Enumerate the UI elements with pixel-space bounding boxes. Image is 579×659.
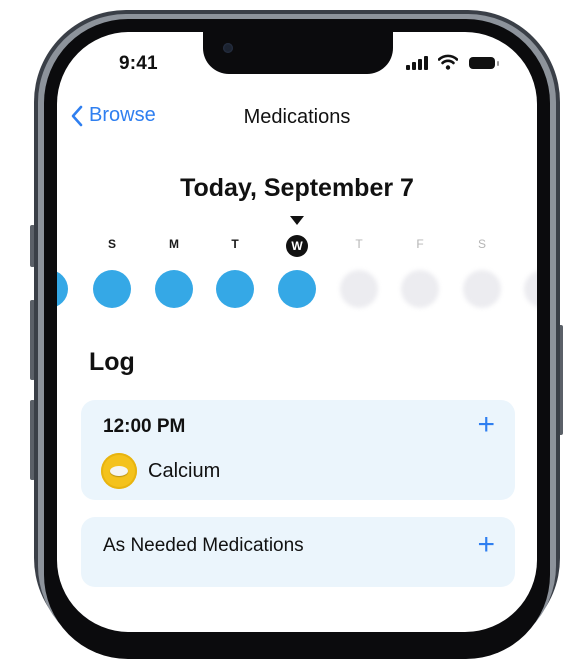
day-dot-monday[interactable] bbox=[155, 270, 193, 308]
page-title: Medications bbox=[57, 106, 537, 129]
day-dot-sunday[interactable] bbox=[93, 270, 131, 308]
day-letter-monday: M bbox=[169, 237, 179, 251]
medication-name: Calcium bbox=[148, 460, 221, 482]
day-letter-sunday: S bbox=[107, 237, 116, 251]
phone-screen: 9:41 Browse Medications Today, September… bbox=[57, 32, 537, 632]
day-dot-next-week bbox=[524, 270, 537, 308]
scheduled-dose-card[interactable]: 12:00 PM + Calcium bbox=[81, 400, 515, 500]
day-dot-previous-week[interactable] bbox=[57, 270, 68, 308]
as-needed-card[interactable]: As Needed Medications + bbox=[81, 517, 515, 587]
plus-icon[interactable]: + bbox=[477, 530, 495, 560]
battery-icon bbox=[469, 57, 495, 69]
dynamic-island bbox=[203, 32, 393, 74]
current-day-marker-icon bbox=[290, 216, 304, 225]
day-dot-saturday bbox=[463, 270, 501, 308]
day-letter-tuesday: T bbox=[231, 237, 239, 251]
day-dot-friday bbox=[401, 270, 439, 308]
day-dot-thursday bbox=[340, 270, 378, 308]
as-needed-label: As Needed Medications bbox=[103, 535, 304, 556]
front-camera bbox=[223, 43, 233, 53]
pill-icon bbox=[101, 453, 137, 489]
day-letter-thursday: T bbox=[355, 237, 363, 251]
page-title-text: Medications bbox=[243, 106, 351, 128]
dose-time: 12:00 PM bbox=[103, 416, 186, 437]
wifi-icon bbox=[438, 54, 458, 70]
day-dot-tuesday[interactable] bbox=[216, 270, 254, 308]
day-letter-wednesday-today[interactable]: W bbox=[286, 235, 308, 257]
battery-tip bbox=[497, 61, 499, 66]
status-time: 9:41 bbox=[119, 53, 158, 74]
cellular-signal-icon bbox=[406, 56, 428, 70]
day-letter-saturday: S bbox=[477, 237, 486, 251]
plus-icon[interactable]: + bbox=[477, 410, 495, 440]
log-heading: Log bbox=[89, 348, 135, 376]
day-dot-wednesday[interactable] bbox=[278, 270, 316, 308]
day-letter-friday: F bbox=[416, 237, 424, 251]
date-heading: Today, September 7 bbox=[180, 174, 414, 202]
